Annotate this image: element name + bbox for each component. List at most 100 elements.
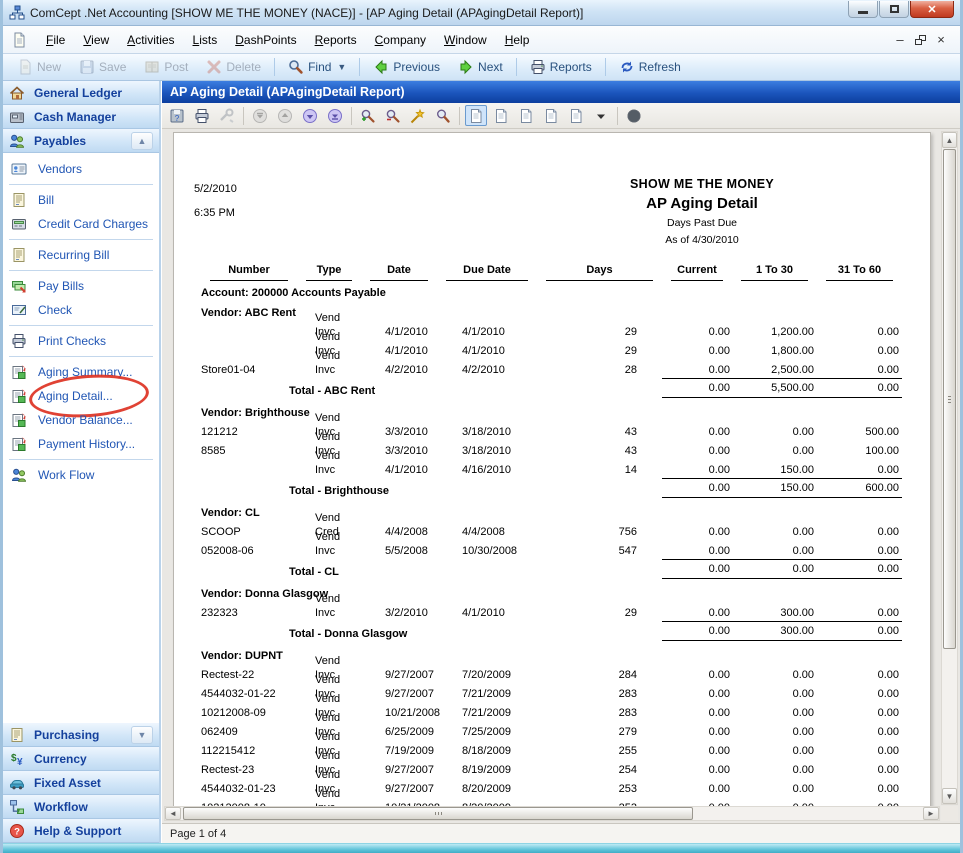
cell: 0.00 (662, 668, 732, 682)
menu-file[interactable]: File (37, 29, 74, 51)
stop-icon[interactable] (623, 105, 645, 126)
sidebar-item-credit-card-charges[interactable]: Credit Card Charges (3, 212, 159, 236)
page-layout-2-icon[interactable] (490, 105, 512, 126)
total-row: Total - Donna Glasgow0.00300.000.00 (174, 620, 930, 641)
menu-dashpoints[interactable]: DashPoints (226, 29, 305, 51)
delete-button[interactable]: Delete (198, 57, 269, 77)
layout-dropdown-arrow[interactable] (590, 105, 612, 126)
menu-reports[interactable]: Reports (306, 29, 366, 51)
collapse-arrow-icon[interactable]: ▲ (131, 132, 153, 150)
sidebar-item-payment-history[interactable]: Payment History... (3, 432, 159, 456)
sidebar-item-label: Credit Card Charges (38, 217, 148, 231)
menu-activities[interactable]: Activities (118, 29, 183, 51)
menu-lists[interactable]: Lists (184, 29, 227, 51)
sidebar-item-pay-bills[interactable]: Pay Bills (3, 274, 159, 298)
sidebar-group-workflow[interactable]: Workflow (3, 795, 159, 819)
sidebar-item-bill[interactable]: Bill (3, 188, 159, 212)
cell: 0.00 (662, 463, 732, 477)
cell: 547 (537, 544, 662, 558)
sidebar-group-currency[interactable]: $¥Currency (3, 747, 159, 771)
zoom-out-icon[interactable] (382, 105, 404, 126)
cell: Store01-04 (201, 363, 297, 377)
previous-page-icon[interactable] (274, 105, 296, 126)
page-layout-4-icon[interactable] (540, 105, 562, 126)
vertical-scrollbar[interactable]: ▲ ▼ (941, 131, 958, 805)
total-cell: 5,500.00 (732, 378, 817, 398)
sidebar-item-print-checks[interactable]: Print Checks (3, 329, 159, 353)
close-button[interactable]: ✕ (910, 1, 954, 18)
report-header: SHOW ME THE MONEY AP Aging Detail Days P… (474, 177, 930, 246)
sidebar-item-aging-detail[interactable]: Aging Detail... (3, 384, 159, 408)
sidebar-item-vendors[interactable]: Vendors (3, 157, 159, 181)
new-page-icon (17, 59, 33, 75)
sidebar-item-aging-summary[interactable]: Aging Summary... (3, 360, 159, 384)
export-icon[interactable]: ? (166, 105, 188, 126)
scroll-down-arrow-icon[interactable]: ▼ (942, 788, 957, 804)
previous-button[interactable]: Previous (365, 57, 448, 77)
cell: 0.00 (662, 444, 732, 458)
page-layout-1-icon[interactable] (465, 105, 487, 126)
horizontal-scrollbar[interactable]: ◄ ► (164, 806, 940, 821)
table-row: SCOOPVend Cred4/4/20084/4/20087560.000.0… (174, 520, 930, 539)
print-icon[interactable] (191, 105, 213, 126)
sidebar-group-payables[interactable]: Payables▲ (3, 129, 159, 153)
save-button[interactable]: Save (71, 57, 134, 77)
next-page-icon[interactable] (299, 105, 321, 126)
sidebar-group-help-support[interactable]: ?Help & Support (3, 819, 159, 843)
find-button[interactable]: Find▼ (280, 57, 354, 77)
sidebar-group-label: General Ledger (34, 86, 153, 100)
report-panel: AP Aging Detail (APAgingDetail Report) ?… (161, 81, 960, 843)
total-cell: 0.00 (662, 559, 732, 579)
mdi-close-button[interactable]: × (934, 33, 948, 47)
sidebar-group-general-ledger[interactable]: General Ledger (3, 81, 159, 105)
menu-view[interactable]: View (74, 29, 118, 51)
column-header-label: Date (370, 263, 428, 281)
next-button[interactable]: Next (450, 57, 511, 77)
column-header-1-to-30: 1 To 30 (732, 263, 817, 281)
minimize-button[interactable] (848, 1, 878, 18)
mdi-restore-button[interactable] (915, 35, 926, 45)
table-row: 232323Vend Invc3/2/20104/1/2010290.00300… (174, 601, 930, 620)
sidebar-group-cash-manager[interactable]: Cash Manager (3, 105, 159, 129)
horizontal-scroll-thumb[interactable] (183, 807, 693, 820)
sidebar-item-work-flow[interactable]: Work Flow (3, 463, 159, 487)
page-layout-5-icon[interactable] (565, 105, 587, 126)
sidebar-group-fixed-asset[interactable]: Fixed Asset (3, 771, 159, 795)
scroll-right-arrow-icon[interactable]: ► (923, 807, 939, 820)
post-button[interactable]: Post (136, 57, 196, 77)
cell: 0.00 (662, 525, 732, 539)
sidebar-group-purchasing[interactable]: Purchasing▼ (3, 723, 159, 747)
sidebar-item-check[interactable]: Check (3, 298, 159, 322)
report-icon (11, 388, 29, 404)
navigation-sidebar: General Ledger Cash Manager Payables▲ Vendo… (3, 81, 161, 843)
refresh-button[interactable]: Refresh (611, 57, 689, 77)
mdi-minimize-button[interactable]: – (893, 33, 907, 47)
printer-setup-icon[interactable] (216, 105, 238, 126)
reports-button[interactable]: Reports (522, 57, 600, 77)
menu-help[interactable]: Help (496, 29, 539, 51)
currency-icon: $¥ (9, 751, 27, 767)
first-page-icon[interactable] (249, 105, 271, 126)
report-toolbar-separator (459, 107, 460, 125)
zoom-wand-icon[interactable] (407, 105, 429, 126)
last-page-icon[interactable] (324, 105, 346, 126)
cell: 112215412 (201, 744, 297, 758)
new-button[interactable]: New (9, 57, 69, 77)
expand-arrow-icon[interactable]: ▼ (131, 726, 153, 744)
cell: 2,500.00 (732, 363, 817, 377)
page-layout-3-icon[interactable] (515, 105, 537, 126)
sidebar-group-label: Cash Manager (34, 110, 153, 124)
menu-company[interactable]: Company (366, 29, 435, 51)
menu-window[interactable]: Window (435, 29, 496, 51)
cell: 4/4/2008 (437, 525, 537, 539)
table-row: 112215412Vend Invc7/19/20098/18/20092550… (174, 739, 930, 758)
maximize-button[interactable] (879, 1, 909, 18)
scroll-up-arrow-icon[interactable]: ▲ (942, 132, 957, 148)
zoom-in-icon[interactable] (357, 105, 379, 126)
zoom-icon[interactable] (432, 105, 454, 126)
cell: 4/1/2010 (361, 344, 437, 358)
sidebar-item-recurring-bill[interactable]: Recurring Bill (3, 243, 159, 267)
vertical-scroll-thumb[interactable] (943, 149, 956, 649)
sidebar-item-vendor-balance[interactable]: Vendor Balance... (3, 408, 159, 432)
scroll-left-arrow-icon[interactable]: ◄ (165, 807, 181, 820)
